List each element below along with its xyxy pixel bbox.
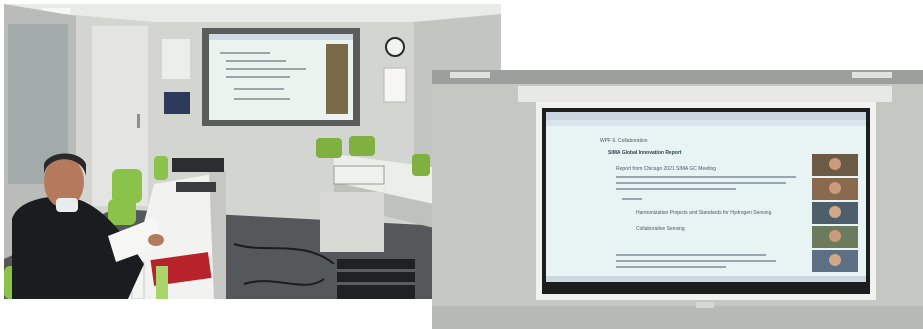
screen-line-2: SIMA Global Innovation Report bbox=[608, 150, 682, 156]
equipment-cases bbox=[337, 259, 415, 299]
projector-device bbox=[333, 165, 385, 185]
projection-screen-photo-right: WPF 6. Collaboration SIMA Global Innovat… bbox=[432, 70, 923, 329]
projection-scene: WPF 6. Collaboration SIMA Global Innovat… bbox=[432, 70, 923, 329]
screen-line-1: WPF 6. Collaboration bbox=[600, 138, 648, 144]
face-mask bbox=[56, 198, 78, 212]
wall-calendar bbox=[383, 67, 407, 103]
meeting-room-scene bbox=[4, 4, 501, 299]
poster bbox=[164, 92, 190, 114]
green-bottle bbox=[156, 266, 168, 299]
video-call-tiles bbox=[812, 154, 858, 272]
meeting-room-photo-left bbox=[4, 4, 501, 299]
screen-line-4: Harmonization Projects and Standards for… bbox=[636, 210, 772, 216]
video-thumbnails bbox=[326, 44, 348, 114]
clock-icon bbox=[385, 37, 405, 57]
screen-line-5: Collaborative Sensing bbox=[636, 226, 685, 232]
screen-line-3: Report from Chicago 2021 SIMA GC Meeting bbox=[616, 166, 716, 172]
screen-housing bbox=[518, 86, 892, 102]
